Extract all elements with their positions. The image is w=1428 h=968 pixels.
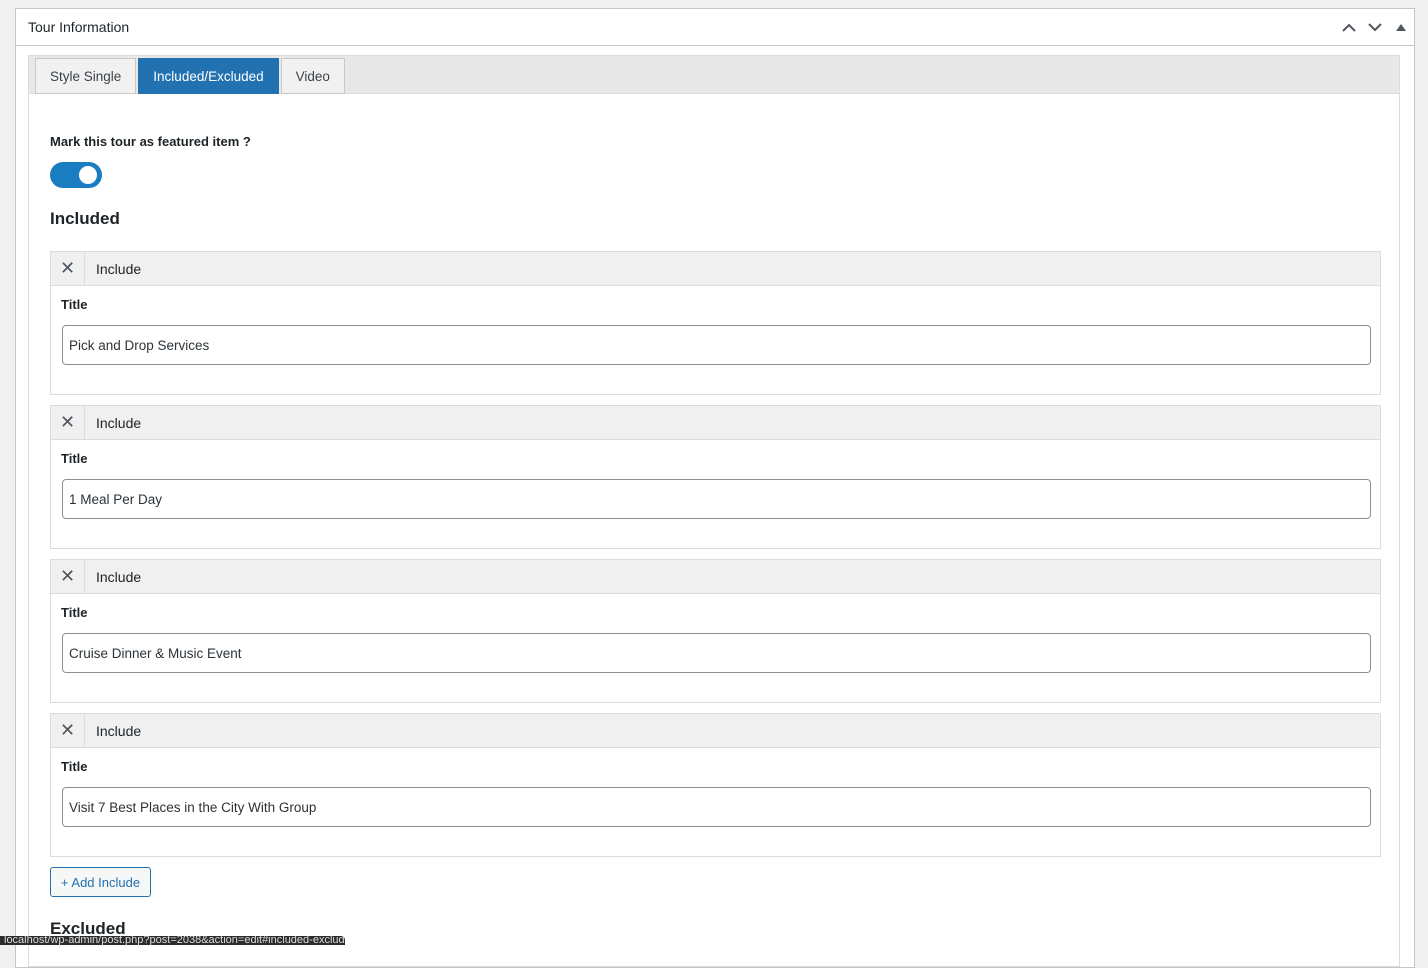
tab-video[interactable]: Video: [280, 58, 345, 94]
tab-bar: Style Single Included/Excluded Video: [29, 56, 1399, 94]
tab-style-single[interactable]: Style Single: [35, 58, 137, 94]
include-item-label: Include: [96, 414, 142, 431]
include-item: ✕ Include Title: [50, 713, 1381, 857]
include-item-header: ✕ Include: [51, 252, 1380, 286]
remove-icon[interactable]: ✕: [51, 252, 85, 285]
title-label: Title: [61, 297, 88, 312]
title-label: Title: [61, 759, 88, 774]
include-title-input[interactable]: [62, 633, 1371, 673]
include-item-header: ✕ Include: [51, 406, 1380, 440]
include-item-label: Include: [96, 568, 142, 585]
remove-icon[interactable]: ✕: [51, 406, 85, 439]
metabox-controls: [1336, 9, 1414, 46]
included-heading: Included: [50, 209, 120, 228]
remove-icon[interactable]: ✕: [51, 560, 85, 593]
metabox-header: Tour Information: [16, 9, 1414, 46]
tour-information-metabox: Tour Information Style Single Included/E…: [15, 8, 1415, 968]
status-bar-url: localhost/wp-admin/post.php?post=2038&ac…: [0, 936, 345, 945]
metabox-title: Tour Information: [28, 19, 130, 35]
include-item: ✕ Include Title: [50, 251, 1381, 395]
include-item-header: ✕ Include: [51, 560, 1380, 594]
include-title-input[interactable]: [62, 325, 1371, 365]
tab-included-excluded[interactable]: Included/Excluded: [138, 58, 279, 94]
toggle-knob: [79, 166, 97, 184]
tabs-container: Style Single Included/Excluded Video Mar…: [28, 55, 1400, 967]
featured-label: Mark this tour as featured item ?: [50, 134, 251, 149]
include-title-input[interactable]: [62, 787, 1371, 827]
move-up-icon[interactable]: [1336, 9, 1362, 46]
include-item-label: Include: [96, 260, 142, 277]
include-item: ✕ Include Title: [50, 559, 1381, 703]
remove-icon[interactable]: ✕: [51, 714, 85, 747]
include-item-label: Include: [96, 722, 142, 739]
include-title-input[interactable]: [62, 479, 1371, 519]
add-include-button[interactable]: + Add Include: [50, 867, 151, 897]
include-item: ✕ Include Title: [50, 405, 1381, 549]
collapse-toggle-icon[interactable]: [1388, 9, 1414, 46]
featured-toggle[interactable]: [50, 162, 102, 188]
include-item-header: ✕ Include: [51, 714, 1380, 748]
title-label: Title: [61, 605, 88, 620]
title-label: Title: [61, 451, 88, 466]
move-down-icon[interactable]: [1362, 9, 1388, 46]
